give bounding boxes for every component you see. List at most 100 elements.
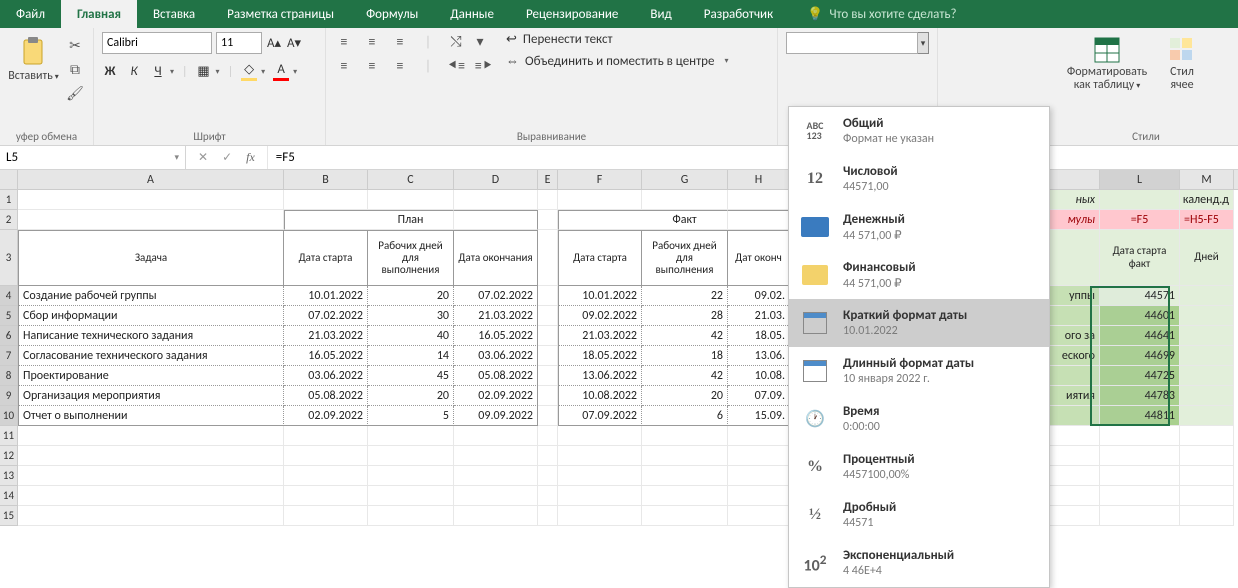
increase-indent-icon[interactable]: ≡⯈ [474,56,494,74]
cell-task[interactable]: Написание технического задания [18,326,284,346]
cell[interactable]: 07.09. [728,386,790,406]
select-all-corner[interactable] [0,170,18,189]
formula-input[interactable]: =F5 [268,146,1238,169]
cell[interactable]: 03.06.2022 [454,346,538,366]
increase-font-icon[interactable]: A▴ [266,36,282,51]
cell[interactable]: 20 [368,386,454,406]
cell[interactable]: ого за [1050,326,1100,346]
fx-icon[interactable]: fx [246,150,255,165]
cell[interactable]: 44571 [1100,286,1180,306]
header-days-right[interactable]: Дней [1180,230,1234,286]
number-format-option[interactable]: ½Дробный44571 [789,491,1049,539]
orientation-icon[interactable]: ⤭ [446,32,466,50]
italic-button[interactable]: К [126,64,142,79]
row-header[interactable]: 6 [0,326,17,346]
row-header[interactable]: 15 [0,506,17,526]
cell[interactable]: 44783 [1100,386,1180,406]
decrease-font-icon[interactable]: A▾ [286,36,302,51]
cell-text[interactable]: календ.д [1180,190,1234,210]
cell[interactable]: 42 [642,366,728,386]
align-right-icon[interactable]: ≡ [390,56,410,74]
cell[interactable]: 16.05.2022 [454,326,538,346]
row-header[interactable]: 10 [0,406,17,426]
borders-button[interactable]: ▦ [196,64,212,79]
fact-header[interactable]: Факт [642,210,728,230]
copy-icon[interactable]: ⧉ [65,60,85,78]
cell[interactable]: 10.01.2022 [558,286,642,306]
decrease-indent-icon[interactable]: ⯇≡ [446,56,466,74]
header-end[interactable]: Дата окончания [454,230,538,286]
tab-data[interactable]: Данные [434,0,510,28]
col-header-L[interactable]: L [1100,170,1180,189]
cell[interactable] [1050,306,1100,326]
row-header[interactable]: 13 [0,466,17,486]
number-format-option[interactable]: Денежный44 571,00 ₽ [789,203,1049,251]
row-header[interactable]: 8 [0,366,17,386]
tab-home[interactable]: Главная [61,0,137,28]
cell-text[interactable]: =H5-F5 [1180,210,1234,230]
header-fact-days[interactable]: Рабочих дней для выполнения [642,230,728,286]
align-top-icon[interactable]: ≡ [334,32,354,50]
bold-button[interactable]: Ж [102,64,118,79]
row-header[interactable]: 2 [0,210,17,230]
cell[interactable]: 21.03.2022 [284,326,368,346]
cell-task[interactable]: Организация мероприятия [18,386,284,406]
cell[interactable]: 40 [368,326,454,346]
header-fact-start[interactable]: Дата старта [558,230,642,286]
align-middle-icon[interactable]: ≡ [362,32,382,50]
cell-task[interactable]: Проектирование [18,366,284,386]
align-bottom-icon[interactable]: ≡ [390,32,410,50]
row-header[interactable]: 4 [0,286,17,306]
cell[interactable]: 10.08. [728,366,790,386]
cell[interactable]: 20 [642,386,728,406]
number-format-option[interactable]: 🕐Время0:00:00 [789,395,1049,443]
cell[interactable]: 09.09.2022 [454,406,538,426]
row-header[interactable]: 7 [0,346,17,366]
cell[interactable]: 05.08.2022 [284,386,368,406]
col-header-D[interactable]: D [454,170,538,189]
cell[interactable]: еского [1050,346,1100,366]
row-header[interactable]: 1 [0,190,17,210]
cell[interactable]: 44699 [1100,346,1180,366]
tab-formulas[interactable]: Формулы [350,0,434,28]
tab-page-layout[interactable]: Разметка страницы [211,0,350,28]
cell[interactable]: иятия [1050,386,1100,406]
cell[interactable]: 44811 [1100,406,1180,426]
tab-view[interactable]: Вид [634,0,687,28]
align-center-icon[interactable]: ≡ [362,56,382,74]
name-box[interactable]: L5▾ [0,146,186,169]
cell-text[interactable]: ных [1050,190,1100,210]
cell[interactable]: 5 [368,406,454,426]
fill-color-button[interactable]: ◇ [241,62,257,81]
number-format-dropdown-button[interactable]: ▾ [918,32,929,54]
font-size-combo[interactable] [216,32,262,54]
cell[interactable]: 03.06.2022 [284,366,368,386]
cell-styles-button[interactable]: Стил ячее [1158,32,1206,92]
number-format-option[interactable]: 12Числовой44571,00 [789,155,1049,203]
row-header[interactable]: 14 [0,486,17,506]
merge-center-button[interactable]: ⇔ Объединить и поместить в центре▾ [506,53,728,69]
header-start[interactable]: Дата старта [284,230,368,286]
cell[interactable]: 21.03. [728,306,790,326]
cell[interactable]: 10.01.2022 [284,286,368,306]
row-header[interactable]: 5 [0,306,17,326]
cell[interactable]: 6 [642,406,728,426]
cell[interactable]: 10.08.2022 [558,386,642,406]
format-as-table-button[interactable]: Форматировать как таблицу▾ [1062,32,1152,92]
paste-button[interactable]: Вставить▾ [8,32,59,83]
tab-insert[interactable]: Вставка [137,0,211,28]
row-header[interactable]: 9 [0,386,17,406]
cell[interactable]: 13.06. [728,346,790,366]
col-header-B[interactable]: B [284,170,368,189]
row-header[interactable]: 3 [0,230,17,286]
cell[interactable]: 05.08.2022 [454,366,538,386]
tab-developer[interactable]: Разработчик [688,0,789,28]
cancel-formula-icon[interactable]: ✕ [198,150,208,165]
cell-text[interactable]: мулы [1050,210,1100,230]
col-header-A[interactable]: A [18,170,284,189]
cell[interactable]: 09.02.2022 [558,306,642,326]
cell-task[interactable]: Сбор информации [18,306,284,326]
cell[interactable]: 30 [368,306,454,326]
cell[interactable]: 18.05.2022 [558,346,642,366]
cell[interactable]: 09.02. [728,286,790,306]
